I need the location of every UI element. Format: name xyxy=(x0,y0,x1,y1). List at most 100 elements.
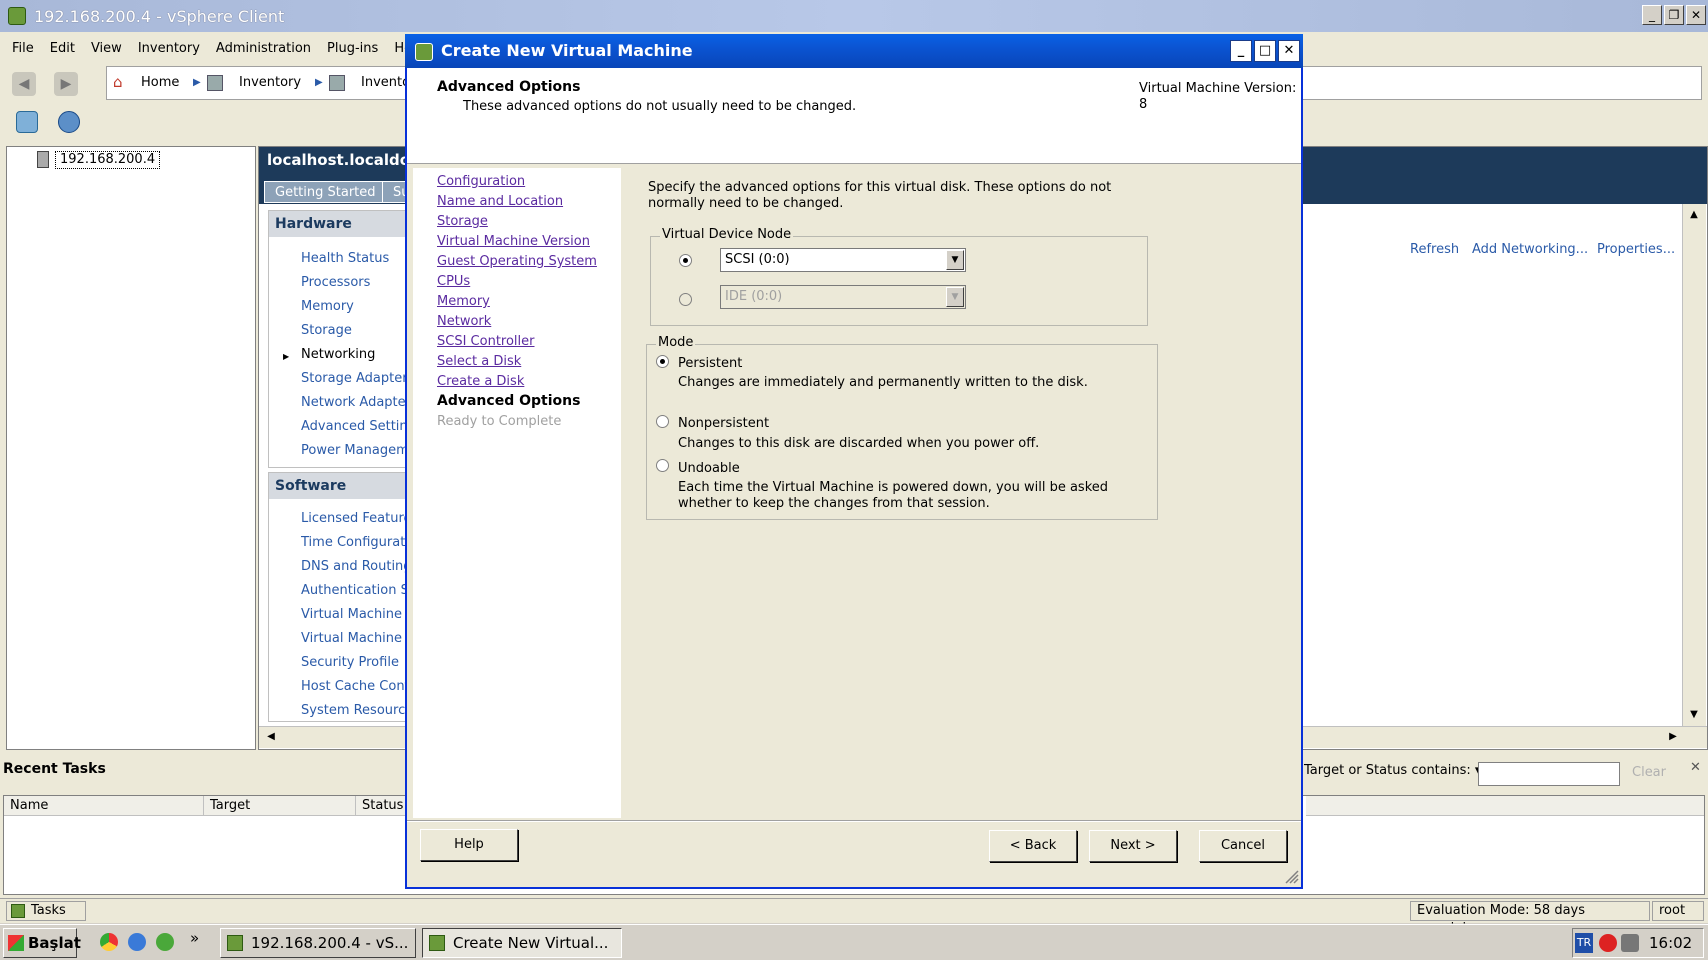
tasks-button[interactable]: Tasks xyxy=(6,901,86,921)
hardware-item-memory[interactable]: Memory xyxy=(301,299,409,314)
refresh-inventory-icon[interactable] xyxy=(58,111,80,133)
breadcrumb-inventory-2[interactable]: Invento xyxy=(361,75,410,90)
software-item-licensed-features[interactable]: Licensed Features xyxy=(301,511,409,526)
menu-view[interactable]: View xyxy=(91,41,122,56)
software-item-system-resource[interactable]: System Resource xyxy=(301,703,409,718)
chevron-down-icon[interactable]: ▼ xyxy=(946,287,964,307)
forward-arrow-icon[interactable]: ▶ xyxy=(54,72,78,96)
host-icon xyxy=(37,151,49,168)
vsphere-icon xyxy=(227,935,243,951)
hardware-item-advanced-settings[interactable]: Advanced Settings xyxy=(301,419,409,434)
taskbar-item-create-vm[interactable]: Create New Virtual... xyxy=(422,928,622,958)
scroll-right-icon[interactable]: ▶ xyxy=(1663,728,1683,746)
ide-radio[interactable] xyxy=(679,293,692,306)
filter-input[interactable] xyxy=(1478,762,1620,786)
step-memory[interactable]: Memory xyxy=(437,294,490,309)
software-item-vm-startup[interactable]: Virtual Machine Startup xyxy=(301,607,409,622)
taskbar-item-vsphere[interactable]: 192.168.200.4 - vS... xyxy=(220,928,416,958)
close-pane-icon[interactable]: ✕ xyxy=(1690,760,1701,775)
refresh-link[interactable]: Refresh xyxy=(1410,242,1459,257)
menu-edit[interactable]: Edit xyxy=(50,41,75,56)
vsphere-quicklaunch-icon[interactable] xyxy=(156,933,174,951)
scroll-left-icon[interactable]: ◀ xyxy=(261,728,281,746)
ie-icon[interactable] xyxy=(128,933,146,951)
page-title: Advanced Options xyxy=(437,79,581,95)
close-button[interactable]: ✕ xyxy=(1686,5,1706,25)
next-button[interactable]: Next > xyxy=(1089,830,1177,862)
software-item-security-profile[interactable]: Security Profile xyxy=(301,655,409,670)
chrome-icon[interactable] xyxy=(100,933,118,951)
software-item-authentication[interactable]: Authentication Services xyxy=(301,583,409,598)
software-item-dns-routing[interactable]: DNS and Routing xyxy=(301,559,409,574)
start-button[interactable]: Başlat xyxy=(3,928,81,958)
hosts-icon xyxy=(329,75,345,91)
help-button[interactable]: Help xyxy=(420,829,518,861)
menu-administration[interactable]: Administration xyxy=(216,41,311,56)
step-guest-os[interactable]: Guest Operating System xyxy=(437,254,597,269)
scroll-down-icon[interactable]: ▼ xyxy=(1684,706,1704,724)
hardware-item-network-adapters[interactable]: Network Adapters xyxy=(301,395,409,410)
tab-getting-started[interactable]: Getting Started xyxy=(264,181,387,203)
filter-label[interactable]: Target or Status contains: ▾ xyxy=(1304,763,1481,778)
column-target[interactable]: Target xyxy=(204,796,356,816)
step-configuration[interactable]: Configuration xyxy=(437,174,525,189)
system-tray: TR 16:02 xyxy=(1572,928,1704,958)
step-cpus[interactable]: CPUs xyxy=(437,274,470,289)
scsi-node-select[interactable]: SCSI (0:0) ▼ xyxy=(720,248,966,272)
more-chevron-icon[interactable]: » xyxy=(190,929,199,947)
dialog-maximize-icon[interactable]: □ xyxy=(1254,40,1276,62)
tree-item-host[interactable]: 192.168.200.4 xyxy=(55,151,161,169)
nonpersistent-radio[interactable] xyxy=(656,415,669,428)
tab-summary[interactable]: Su xyxy=(382,181,406,203)
step-create-disk[interactable]: Create a Disk xyxy=(437,374,524,389)
properties-link[interactable]: Properties... xyxy=(1597,242,1675,257)
step-vm-version[interactable]: Virtual Machine Version xyxy=(437,234,590,249)
antivirus-icon[interactable] xyxy=(1599,934,1617,952)
back-button[interactable]: < Back xyxy=(989,830,1077,862)
menu-file[interactable]: File xyxy=(12,41,34,56)
taskbar: Başlat » 192.168.200.4 - vS... Create Ne… xyxy=(0,924,1708,960)
hardware-item-networking[interactable]: Networking xyxy=(301,347,409,362)
software-item-vm-swapfile[interactable]: Virtual Machine Swapfile xyxy=(301,631,409,646)
menu-plugins[interactable]: Plug-ins xyxy=(327,41,378,56)
back-arrow-icon[interactable]: ◀ xyxy=(12,72,36,96)
language-indicator[interactable]: TR xyxy=(1575,933,1593,953)
restore-button[interactable]: ❐ xyxy=(1664,5,1684,25)
hardware-item-power-management[interactable]: Power Management xyxy=(301,443,409,458)
new-vm-icon[interactable] xyxy=(16,111,38,133)
hardware-item-health-status[interactable]: Health Status xyxy=(301,251,409,266)
persistent-radio[interactable] xyxy=(656,355,669,368)
hardware-item-processors[interactable]: Processors xyxy=(301,275,409,290)
step-scsi-controller[interactable]: SCSI Controller xyxy=(437,334,535,349)
step-network[interactable]: Network xyxy=(437,314,491,329)
hardware-item-storage-adapters[interactable]: Storage Adapters xyxy=(301,371,409,386)
column-filler xyxy=(1306,796,1704,816)
vertical-scrollbar[interactable]: ▲ ▼ xyxy=(1682,204,1706,726)
minimize-button[interactable]: _ xyxy=(1642,5,1662,25)
network-tray-icon[interactable] xyxy=(1621,934,1639,952)
cancel-button[interactable]: Cancel xyxy=(1199,830,1287,862)
undoable-label[interactable]: Undoable xyxy=(678,461,740,477)
hardware-item-storage[interactable]: Storage xyxy=(301,323,409,338)
software-item-host-cache[interactable]: Host Cache Configuration xyxy=(301,679,409,694)
dialog-close-icon[interactable]: ✕ xyxy=(1278,40,1300,62)
scroll-up-icon[interactable]: ▲ xyxy=(1684,206,1704,224)
undoable-radio[interactable] xyxy=(656,459,669,472)
software-item-time-configuration[interactable]: Time Configuration xyxy=(301,535,409,550)
breadcrumb-inventory[interactable]: Inventory xyxy=(239,75,301,90)
chevron-down-icon[interactable]: ▼ xyxy=(946,250,964,270)
step-name-location[interactable]: Name and Location xyxy=(437,194,563,209)
nonpersistent-label[interactable]: Nonpersistent xyxy=(678,416,769,432)
add-networking-link[interactable]: Add Networking... xyxy=(1472,242,1588,257)
persistent-label[interactable]: Persistent xyxy=(678,356,742,372)
breadcrumb-home[interactable]: Home xyxy=(141,75,179,90)
step-storage[interactable]: Storage xyxy=(437,214,488,229)
menu-inventory[interactable]: Inventory xyxy=(138,41,200,56)
column-name[interactable]: Name xyxy=(4,796,204,816)
dialog-minimize-icon[interactable]: _ xyxy=(1230,40,1252,62)
scsi-radio[interactable] xyxy=(679,254,692,267)
ide-node-select[interactable]: IDE (0:0) ▼ xyxy=(720,285,966,309)
resize-grip-icon[interactable] xyxy=(1283,868,1299,884)
step-select-disk[interactable]: Select a Disk xyxy=(437,354,521,369)
clear-button[interactable]: Clear xyxy=(1632,765,1666,780)
